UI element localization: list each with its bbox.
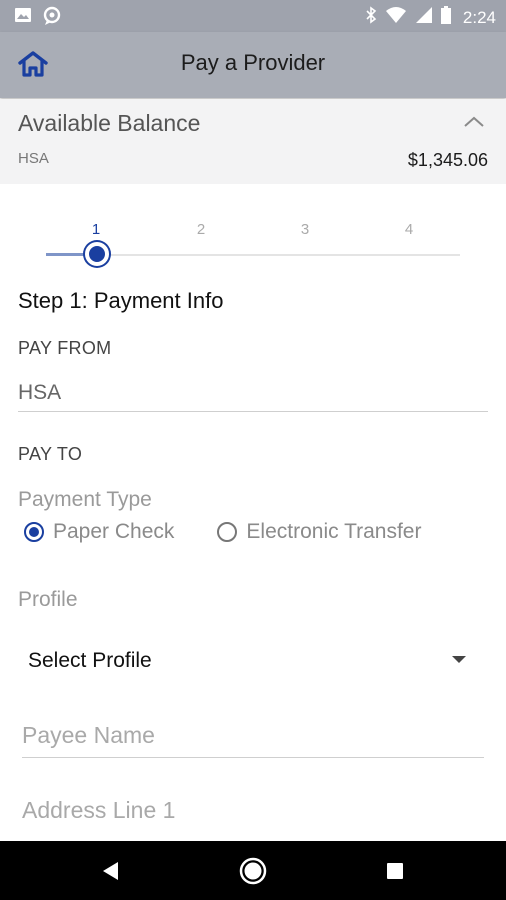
collapse-button[interactable] [462,113,486,131]
app-bar: Pay a Provider [0,32,506,98]
payment-type-label: Payment Type [18,488,152,511]
back-triangle-icon [103,862,118,880]
radio-electronic-transfer-label: Electronic Transfer [246,520,422,543]
pay-to-label: PAY TO [18,444,83,464]
system-status-icons: 2:24 [365,6,496,29]
step-1-label: 1 [91,221,101,238]
image-notification-icon [14,6,32,31]
battery-icon [440,6,451,29]
payee-name-field [22,722,484,758]
payment-type-radio-group: Paper Check Electronic Transfer [24,520,421,544]
payee-name-input[interactable] [22,722,484,757]
radio-paper-check-label: Paper Check [53,520,175,543]
profile-select-value: Select Profile [28,649,152,672]
radio-checked-icon [24,522,44,542]
address-line-1-field [22,797,484,832]
balance-title: Available Balance [18,110,201,136]
system-nav-bar [0,841,506,900]
home-circle-icon [239,857,267,885]
chevron-up-icon [464,116,484,127]
step-slider-thumb[interactable] [85,242,109,266]
home-nav-button[interactable] [237,855,269,887]
balance-account: HSA [18,150,49,167]
profile-label: Profile [18,588,78,611]
step-2-label: 2 [196,221,206,238]
chat-notification-icon [42,6,62,31]
recents-square-icon [387,863,403,879]
notification-icons [14,6,62,31]
recents-button[interactable] [379,855,411,887]
pay-from-field[interactable]: HSA [18,381,488,412]
radio-paper-check[interactable]: Paper Check [24,520,174,544]
signal-icon [415,6,433,29]
radio-unchecked-icon [217,522,238,542]
balance-amount: $1,345.06 [407,150,488,170]
page-title: Pay a Provider [180,50,326,75]
step-title: Step 1: Payment Info [18,288,224,313]
status-time: 2:24 [462,7,496,27]
step-3-label: 3 [300,221,310,238]
radio-electronic-transfer[interactable]: Electronic Transfer [217,520,421,544]
profile-select[interactable]: Select Profile [18,640,488,682]
status-bar: 2:24 [0,0,506,32]
wifi-icon [385,6,407,29]
back-button[interactable] [94,855,126,887]
step-4-label: 4 [404,221,414,238]
bluetooth-icon [365,6,377,29]
dropdown-arrow-icon [452,656,466,663]
address-line-1-input[interactable] [22,797,484,832]
available-balance-panel: Available Balance HSA $1,345.06 [0,99,506,184]
step-progress: 1 2 3 4 [0,215,506,275]
pay-from-value: HSA [18,381,62,404]
pay-from-label: PAY FROM [18,338,112,358]
